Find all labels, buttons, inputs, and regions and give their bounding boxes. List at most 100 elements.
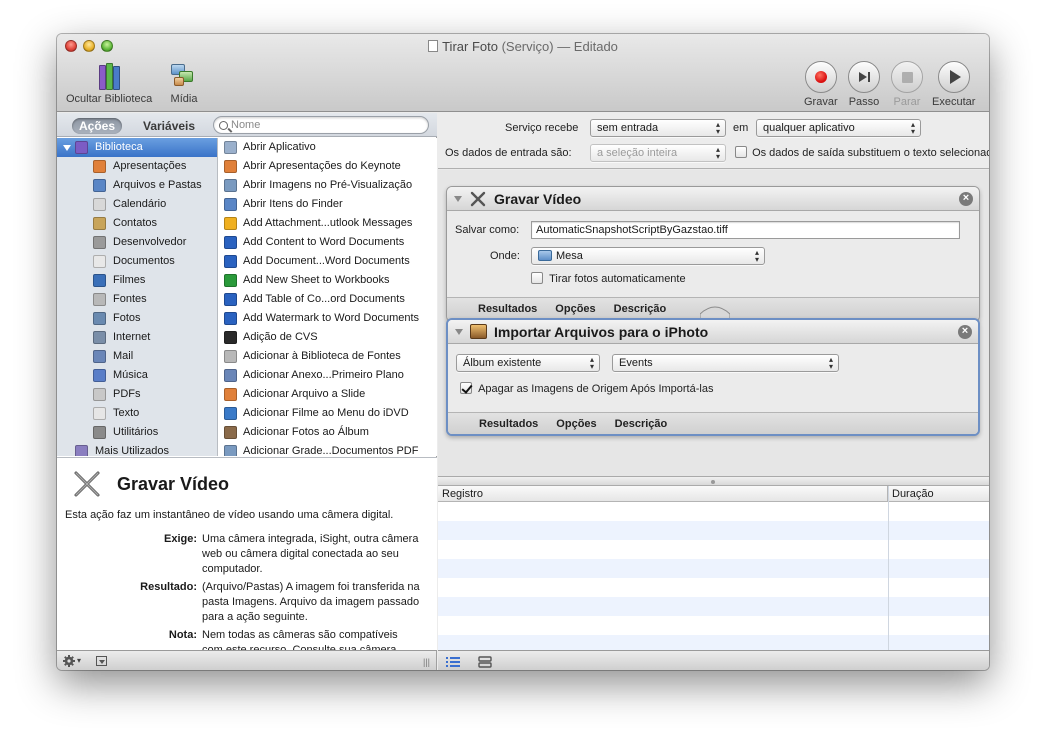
- card-body: Salvar como: AutomaticSnapshotScriptByGa…: [447, 211, 979, 297]
- popup-arrows-icon: ▴ ▾: [589, 355, 594, 371]
- pdf-icon: [93, 388, 106, 401]
- most-used-icon: [75, 445, 88, 456]
- action-item[interactable]: Adicionar à Biblioteca de Fontes: [219, 347, 437, 366]
- replaces-selection-option[interactable]: Os dados de saída substituem o texto sel…: [735, 146, 989, 159]
- compact-view-button[interactable]: [478, 654, 492, 669]
- remove-action-button[interactable]: ×: [958, 325, 972, 339]
- action-item[interactable]: Add Table of Co...ord Documents: [219, 290, 437, 309]
- auto-snapshot-checkbox[interactable]: [531, 272, 543, 284]
- run-button[interactable]: Executar: [932, 61, 975, 108]
- input-is-popup[interactable]: a seleção inteira ▴ ▾: [590, 144, 726, 162]
- action-item[interactable]: Adição de CVS: [219, 328, 437, 347]
- action-item[interactable]: Add New Sheet to Workbooks: [219, 271, 437, 290]
- disclosure-triangle-icon[interactable]: [455, 328, 463, 335]
- action-description: Gravar Vídeo Esta ação faz um instantâne…: [57, 457, 437, 650]
- toggle-description-button[interactable]: [96, 653, 107, 668]
- save-as-field[interactable]: AutomaticSnapshotScriptByGazstao.tiff: [531, 221, 960, 239]
- category-item[interactable]: Documentos: [57, 252, 217, 271]
- toolbar: Tirar Foto (Serviço) — Editado Ocultar B…: [57, 34, 989, 112]
- category-item[interactable]: PDFs: [57, 385, 217, 404]
- category-item[interactable]: Filmes: [57, 271, 217, 290]
- column-duration[interactable]: Duração: [888, 486, 989, 501]
- category-item[interactable]: Apresentações: [57, 157, 217, 176]
- action-item[interactable]: Adicionar Filme ao Menu do iDVD: [219, 404, 437, 423]
- media-button[interactable]: Mídia: [169, 62, 199, 105]
- log-table: Registro Duração: [438, 486, 989, 650]
- category-label: Fotos: [113, 312, 141, 324]
- tab-variables[interactable]: Variáveis: [136, 118, 202, 134]
- where-popup[interactable]: Mesa ▴ ▾: [531, 247, 765, 265]
- action-item[interactable]: Add Watermark to Word Documents: [219, 309, 437, 328]
- resize-handle-icon[interactable]: |||: [423, 654, 430, 669]
- category-item[interactable]: Arquivos e Pastas: [57, 176, 217, 195]
- column-log[interactable]: Registro: [438, 486, 888, 501]
- service-receives-popup[interactable]: sem entrada ▴ ▾: [590, 119, 726, 137]
- remove-action-button[interactable]: ×: [959, 192, 973, 206]
- album-mode-popup[interactable]: Álbum existente ▴ ▾: [456, 354, 600, 372]
- category-item[interactable]: Calendário: [57, 195, 217, 214]
- action-label: Abrir Apresentações do Keynote: [243, 160, 401, 172]
- outlook-icon: [224, 217, 237, 230]
- tab-results[interactable]: Resultados: [479, 418, 538, 430]
- action-card-record-video: Gravar Vídeo × Salvar como: AutomaticSna…: [446, 186, 980, 322]
- action-item[interactable]: Adicionar Anexo...Primeiro Plano: [219, 366, 437, 385]
- action-item[interactable]: Abrir Itens do Finder: [219, 195, 437, 214]
- split-view-divider[interactable]: [438, 476, 989, 486]
- album-name-popup[interactable]: Events ▴ ▾: [612, 354, 839, 372]
- list-view-button[interactable]: [446, 654, 460, 669]
- tab-results[interactable]: Resultados: [478, 303, 537, 315]
- action-item[interactable]: Abrir Imagens no Pré-Visualização: [219, 176, 437, 195]
- disclosure-triangle-icon[interactable]: [454, 195, 462, 202]
- record-icon: [814, 71, 827, 83]
- action-item[interactable]: Add Document...Word Documents: [219, 252, 437, 271]
- delete-source-option[interactable]: Apagar as Imagens de Origem Após Importá…: [460, 382, 713, 395]
- workflow-panel: Serviço recebe sem entrada ▴ ▾ em qualque…: [438, 113, 989, 650]
- category-item[interactable]: Biblioteca: [57, 138, 217, 157]
- category-item[interactable]: Fotos: [57, 309, 217, 328]
- category-label: Biblioteca: [95, 141, 143, 153]
- tab-actions[interactable]: Ações: [72, 118, 123, 134]
- result-text: (Arquivo/Pastas) A imagem foi transferid…: [202, 581, 420, 623]
- action-item[interactable]: Abrir Aplicativo: [219, 138, 437, 157]
- category-item[interactable]: Texto: [57, 404, 217, 423]
- tab-options[interactable]: Opções: [555, 303, 595, 315]
- category-item[interactable]: Mais Utilizados: [57, 442, 217, 456]
- category-item[interactable]: Utilitários: [57, 423, 217, 442]
- category-item[interactable]: Mail: [57, 347, 217, 366]
- action-item[interactable]: Add Attachment...utlook Messages: [219, 214, 437, 233]
- description-result: Resultado: (Arquivo/Pastas) A imagem foi…: [65, 580, 429, 625]
- search-input[interactable]: [231, 119, 411, 131]
- category-item[interactable]: Fontes: [57, 290, 217, 309]
- input-is-value: a seleção inteira: [597, 147, 678, 159]
- disclosure-triangle-icon[interactable]: [63, 144, 71, 151]
- category-item[interactable]: Internet: [57, 328, 217, 347]
- hide-library-label: Ocultar Biblioteca: [66, 93, 153, 105]
- action-item[interactable]: Adicionar Grade...Documentos PDF: [219, 442, 437, 456]
- action-item[interactable]: Abrir Apresentações do Keynote: [219, 157, 437, 176]
- popup-arrows-icon: ▴ ▾: [715, 120, 720, 136]
- media-icon: [169, 62, 199, 90]
- tab-options[interactable]: Opções: [556, 418, 596, 430]
- stop-button[interactable]: Parar: [891, 61, 923, 108]
- action-item[interactable]: Add Content to Word Documents: [219, 233, 437, 252]
- hide-library-button[interactable]: Ocultar Biblioteca: [66, 62, 152, 105]
- record-button[interactable]: Gravar: [804, 61, 838, 108]
- category-item[interactable]: Contatos: [57, 214, 217, 233]
- step-button[interactable]: Passo: [848, 61, 880, 108]
- action-item[interactable]: Adicionar Fotos ao Álbum: [219, 423, 437, 442]
- action-menu-button[interactable]: ▾: [63, 653, 81, 668]
- requires-text: Uma câmera integrada, iSight, outra câme…: [202, 533, 419, 575]
- delete-source-checkbox[interactable]: [460, 382, 472, 394]
- tab-description[interactable]: Descrição: [614, 303, 667, 315]
- replaces-selection-checkbox[interactable]: [735, 146, 747, 158]
- service-receives-label: Serviço recebe: [505, 122, 579, 134]
- action-item[interactable]: Adicionar Arquivo a Slide: [219, 385, 437, 404]
- tab-description[interactable]: Descrição: [615, 418, 668, 430]
- record-label: Gravar: [804, 96, 838, 108]
- category-item[interactable]: Desenvolvedor: [57, 233, 217, 252]
- media-label: Mídia: [170, 93, 198, 105]
- application-popup[interactable]: qualquer aplicativo ▴ ▾: [756, 119, 921, 137]
- auto-snapshot-option[interactable]: Tirar fotos automaticamente: [531, 272, 686, 285]
- category-item[interactable]: Música: [57, 366, 217, 385]
- utilities-icon: [93, 426, 106, 439]
